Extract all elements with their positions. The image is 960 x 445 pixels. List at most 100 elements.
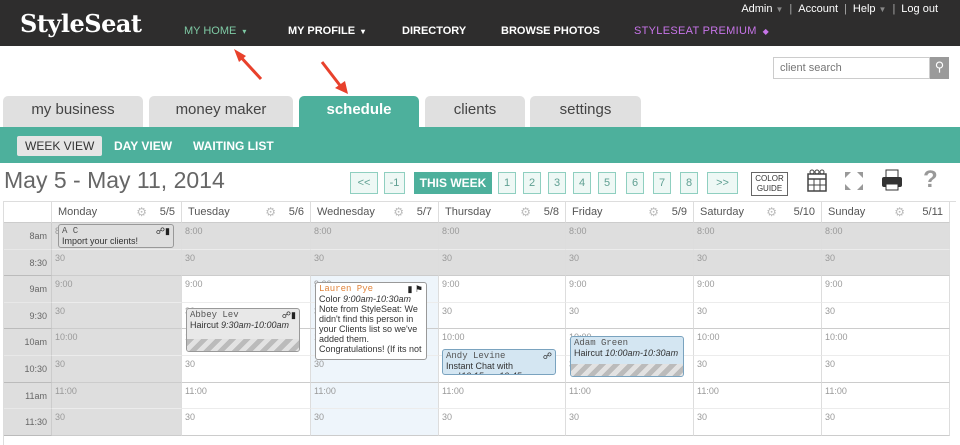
print-icon[interactable] — [880, 169, 904, 191]
day-header-saturday: Saturday ⚙ 5/10 — [694, 202, 822, 223]
tab-schedule[interactable]: schedule — [299, 96, 419, 128]
search-button[interactable]: ⚲ — [930, 57, 949, 79]
time-slot[interactable]: 30 — [52, 302, 182, 330]
time-slot[interactable]: 11:00 — [439, 382, 566, 410]
time-slot[interactable]: 11:00 — [822, 382, 950, 410]
time-slot[interactable]: 30 — [182, 249, 311, 277]
appointment-service: Import your clients! — [62, 236, 139, 246]
time-slot[interactable]: 30 — [439, 249, 566, 277]
time-slot[interactable]: 9:00 — [52, 276, 182, 303]
time-slot[interactable]: 30 — [694, 409, 822, 436]
day-view-button[interactable]: DAY VIEW — [114, 136, 172, 156]
time-slot[interactable]: 9:00 — [182, 276, 311, 303]
nav-styleseat-premium[interactable]: STYLESEAT PREMIUM ◆ — [634, 25, 769, 37]
appointment-adam[interactable]: Adam Green Haircut 10:00am-10:30am — [570, 336, 684, 377]
color-guide-button[interactable]: COLOR GUIDE — [751, 172, 788, 196]
gear-icon[interactable]: ⚙ — [393, 202, 404, 223]
time-slot[interactable]: 8:00 — [182, 223, 311, 250]
styleseat-logo[interactable]: StyleSeat — [20, 9, 142, 38]
time-slot[interactable]: 30 — [694, 302, 822, 330]
time-slot[interactable]: 10:00 — [694, 329, 822, 356]
time-slot[interactable]: 30 — [311, 409, 439, 436]
time-slot[interactable]: 8:00 — [694, 223, 822, 250]
help-menu[interactable]: Help ▼ — [853, 3, 887, 15]
week-1-button[interactable]: 1 — [498, 172, 516, 194]
time-slot[interactable]: 8:00 — [439, 223, 566, 250]
time-slot[interactable]: 30 — [822, 356, 950, 383]
account-link[interactable]: Account — [798, 3, 838, 15]
time-label: 11:30 — [4, 409, 52, 436]
time-slot[interactable]: 30 — [52, 249, 182, 277]
time-slot[interactable]: 30 — [822, 249, 950, 277]
nav-directory[interactable]: DIRECTORY — [402, 25, 466, 37]
tab-money-maker[interactable]: money maker — [149, 96, 293, 127]
gear-icon[interactable]: ⚙ — [265, 202, 276, 223]
week-2-button[interactable]: 2 — [523, 172, 541, 194]
prev-week-button[interactable]: -1 — [384, 172, 405, 194]
nav-browse-photos[interactable]: BROWSE PHOTOS — [501, 25, 600, 37]
admin-menu[interactable]: Admin ▼ — [741, 3, 783, 15]
gear-icon[interactable]: ⚙ — [520, 202, 531, 223]
appointment-ac[interactable]: A CImport your clients!8:00am-8:30am ☍▮ — [58, 224, 174, 248]
appointment-andy[interactable]: Andy LevineInstant Chat with me!10:15am-… — [442, 349, 556, 375]
time-slot[interactable]: 30 — [822, 302, 950, 330]
time-slot[interactable]: 30 — [822, 409, 950, 436]
time-slot[interactable]: 8:00 — [822, 223, 950, 250]
time-slot[interactable]: 9:00 — [439, 276, 566, 303]
week-6-button[interactable]: 6 — [626, 172, 644, 194]
time-slot[interactable]: 30 — [439, 302, 566, 330]
week-8-button[interactable]: 8 — [680, 172, 698, 194]
time-slot[interactable]: 30 — [566, 302, 694, 330]
time-slot[interactable]: 11:00 — [182, 382, 311, 410]
time-slot[interactable]: 30 — [52, 409, 182, 436]
logout-link[interactable]: Log out — [901, 3, 938, 15]
time-slot[interactable]: 9:00 — [566, 276, 694, 303]
time-slot[interactable]: 30 — [694, 356, 822, 383]
time-slot[interactable]: 10:00 — [822, 329, 950, 356]
week-view-button[interactable]: WEEK VIEW — [17, 136, 103, 156]
appointment-service-label: Haircut — [190, 320, 222, 330]
this-week-button[interactable]: THIS WEEK — [414, 172, 492, 194]
time-slot[interactable]: 30 — [52, 356, 182, 383]
week-5-button[interactable]: 5 — [598, 172, 616, 194]
tab-clients[interactable]: clients — [425, 96, 525, 127]
time-slot[interactable]: 11:00 — [566, 382, 694, 410]
calendar-icon[interactable] — [806, 168, 828, 194]
time-slot[interactable]: 11:00 — [694, 382, 822, 410]
time-slot[interactable]: 8:00 — [311, 223, 439, 250]
next-week-button[interactable]: >> — [707, 172, 738, 194]
time-slot[interactable]: 30 — [694, 249, 822, 277]
time-slot[interactable]: 8:00 — [566, 223, 694, 250]
help-icon[interactable]: ? — [923, 166, 938, 194]
day-name: Saturday — [700, 206, 745, 218]
time-slot[interactable]: 30 — [182, 356, 311, 383]
week-4-button[interactable]: 4 — [573, 172, 591, 194]
waiting-list-button[interactable]: WAITING LIST — [193, 136, 274, 156]
time-slot[interactable]: 11:00 — [52, 382, 182, 410]
time-slot[interactable]: 30 — [311, 249, 439, 277]
time-slot[interactable]: 30 — [566, 409, 694, 436]
fullscreen-icon[interactable] — [843, 170, 865, 192]
gear-icon[interactable]: ⚙ — [766, 202, 777, 223]
time-slot[interactable]: 30 — [566, 249, 694, 277]
tab-my-business[interactable]: my business — [3, 96, 143, 127]
time-slot[interactable]: 9:00 — [822, 276, 950, 303]
time-slot[interactable]: 30 — [182, 409, 311, 436]
nav-premium-label: STYLESEAT PREMIUM — [634, 25, 757, 37]
appointment-abbey[interactable]: Abbey Lev Haircut 9:30am-10:00am ☍▮ — [186, 308, 300, 352]
week-7-button[interactable]: 7 — [653, 172, 671, 194]
nav-my-profile[interactable]: MY PROFILE ▾ — [288, 25, 365, 37]
nav-my-home[interactable]: MY HOME ▾ — [184, 25, 246, 37]
gear-icon[interactable]: ⚙ — [894, 202, 905, 223]
gear-icon[interactable]: ⚙ — [136, 202, 147, 223]
week-3-button[interactable]: 3 — [548, 172, 566, 194]
time-slot[interactable]: 11:00 — [311, 382, 439, 410]
time-slot[interactable]: 9:00 — [694, 276, 822, 303]
time-slot[interactable]: 10:00 — [52, 329, 182, 356]
time-slot[interactable]: 30 — [439, 409, 566, 436]
appointment-lauren[interactable]: Lauren Pye Color 9:00am-10:30am Note from … — [315, 282, 427, 360]
client-search-input[interactable] — [773, 57, 930, 79]
prev-week-double-button[interactable]: << — [350, 172, 378, 194]
gear-icon[interactable]: ⚙ — [648, 202, 659, 223]
tab-settings[interactable]: settings — [530, 96, 641, 127]
